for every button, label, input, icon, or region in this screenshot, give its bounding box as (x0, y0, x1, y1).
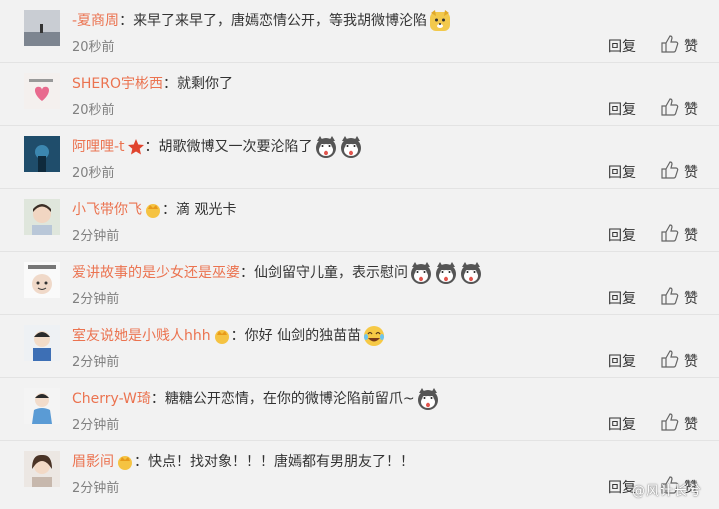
username-link[interactable]: 阿哩哩-t (72, 139, 125, 155)
like-button[interactable]: 赞 (684, 288, 698, 308)
username-link[interactable]: 眉影间 (72, 454, 114, 470)
reply-button[interactable]: 回复 (608, 36, 636, 56)
comment-time: 2分钟前 (72, 292, 120, 307)
comment-text: 来早了来早了，唐嫣恋情公开，等我胡微博沦陷 (133, 13, 428, 29)
avatar[interactable] (24, 73, 60, 109)
like-button[interactable]: 赞 (684, 225, 698, 245)
comment-row: -夏商周：来早了来早了，唐嫣恋情公开，等我胡微博沦陷 20秒前 回复 赞 (0, 0, 719, 63)
star-badge-icon (127, 139, 144, 155)
comment-row: 眉影间 ：快点！找对象！！！唐嫣都有男朋友了！！ 2分钟前 回复 赞 (0, 441, 719, 509)
comment-time: 2分钟前 (72, 418, 120, 433)
reply-button[interactable]: 回复 (608, 288, 636, 308)
husky-icon (417, 388, 438, 410)
watermark: @风计长兮 (632, 484, 703, 499)
avatar[interactable] (24, 262, 60, 298)
thumbs-up-icon[interactable] (660, 223, 680, 243)
thumbs-up-icon[interactable] (660, 349, 680, 369)
husky-icon (340, 136, 361, 158)
crown-badge-icon (214, 330, 229, 344)
comment-text: 糖糖公开恋情，在你的微博沦陷前留爪~ (164, 391, 415, 407)
reply-button[interactable]: 回复 (608, 99, 636, 119)
comment-row: Cherry-W琦：糖糖公开恋情，在你的微博沦陷前留爪~ 2分钟前 回复 赞 (0, 378, 719, 441)
husky-icon (436, 262, 456, 284)
reply-button[interactable]: 回复 (608, 225, 636, 245)
username-link[interactable]: 爱讲故事的是少女还是巫婆 (72, 265, 240, 281)
comment-text: 滴 观光卡 (176, 202, 237, 218)
avatar[interactable] (24, 136, 60, 172)
like-button[interactable]: 赞 (684, 162, 698, 182)
thumbs-up-icon[interactable] (660, 97, 680, 117)
comment-text: 仙剑留守儿童，表示慰问 (254, 265, 408, 281)
laugh-cry-icon (364, 326, 385, 346)
avatar[interactable] (24, 10, 60, 46)
comment-row: 小飞带你飞 ：滴 观光卡 2分钟前 回复 赞 (0, 189, 719, 252)
comment-row: 爱讲故事的是少女还是巫婆：仙剑留守儿童，表示慰问 2分钟前 回复 赞 (0, 252, 719, 315)
thumbs-up-icon[interactable] (660, 412, 680, 432)
husky-icon (315, 136, 336, 158)
comment-time: 20秒前 (72, 166, 115, 181)
comment-row: 阿哩哩-t ：胡歌微博又一次要沦陷了 20秒前 回复 赞 (0, 126, 719, 189)
thumbs-up-icon[interactable] (660, 34, 680, 54)
like-button[interactable]: 赞 (684, 414, 698, 434)
thumbs-up-icon[interactable] (660, 286, 680, 306)
comment-row: SHERO宇彬西：就剩你了 20秒前 回复 赞 (0, 63, 719, 126)
username-link[interactable]: -夏商周 (72, 13, 119, 29)
comment-text: 快点！找对象！！！唐嫣都有男朋友了！！ (148, 454, 414, 470)
comment-time: 2分钟前 (72, 229, 120, 244)
username-link[interactable]: 小飞带你飞 (72, 202, 142, 218)
comment-text: 胡歌微博又一次要沦陷了 (158, 139, 313, 155)
avatar[interactable] (24, 388, 60, 424)
comment-time: 2分钟前 (72, 355, 120, 370)
crown-badge-icon (118, 456, 132, 470)
comment-time: 20秒前 (72, 40, 115, 55)
avatar[interactable] (24, 325, 60, 361)
comment-text: 你好 仙剑的独苗苗 (244, 328, 362, 344)
like-button[interactable]: 赞 (684, 99, 698, 119)
username-link[interactable]: 室友说她是小贱人hhh (72, 328, 211, 344)
reply-button[interactable]: 回复 (608, 351, 636, 371)
comment-time: 20秒前 (72, 103, 115, 118)
reply-button[interactable]: 回复 (608, 162, 636, 182)
like-button[interactable]: 赞 (684, 351, 698, 371)
doge-icon (430, 10, 451, 31)
like-button[interactable]: 赞 (684, 36, 698, 56)
avatar[interactable] (24, 451, 60, 487)
comment-text: 就剩你了 (177, 76, 234, 92)
husky-icon (411, 262, 431, 284)
husky-icon (461, 262, 481, 284)
comment-time: 2分钟前 (72, 481, 120, 496)
reply-button[interactable]: 回复 (608, 414, 636, 434)
comment-row: 室友说她是小贱人hhh ：你好 仙剑的独苗苗 2分钟前 回复 赞 (0, 315, 719, 378)
username-link[interactable]: Cherry-W琦 (72, 391, 151, 407)
username-link[interactable]: SHERO宇彬西 (72, 76, 163, 92)
crown-badge-icon (146, 204, 160, 218)
thumbs-up-icon[interactable] (660, 160, 680, 180)
avatar[interactable] (24, 199, 60, 235)
